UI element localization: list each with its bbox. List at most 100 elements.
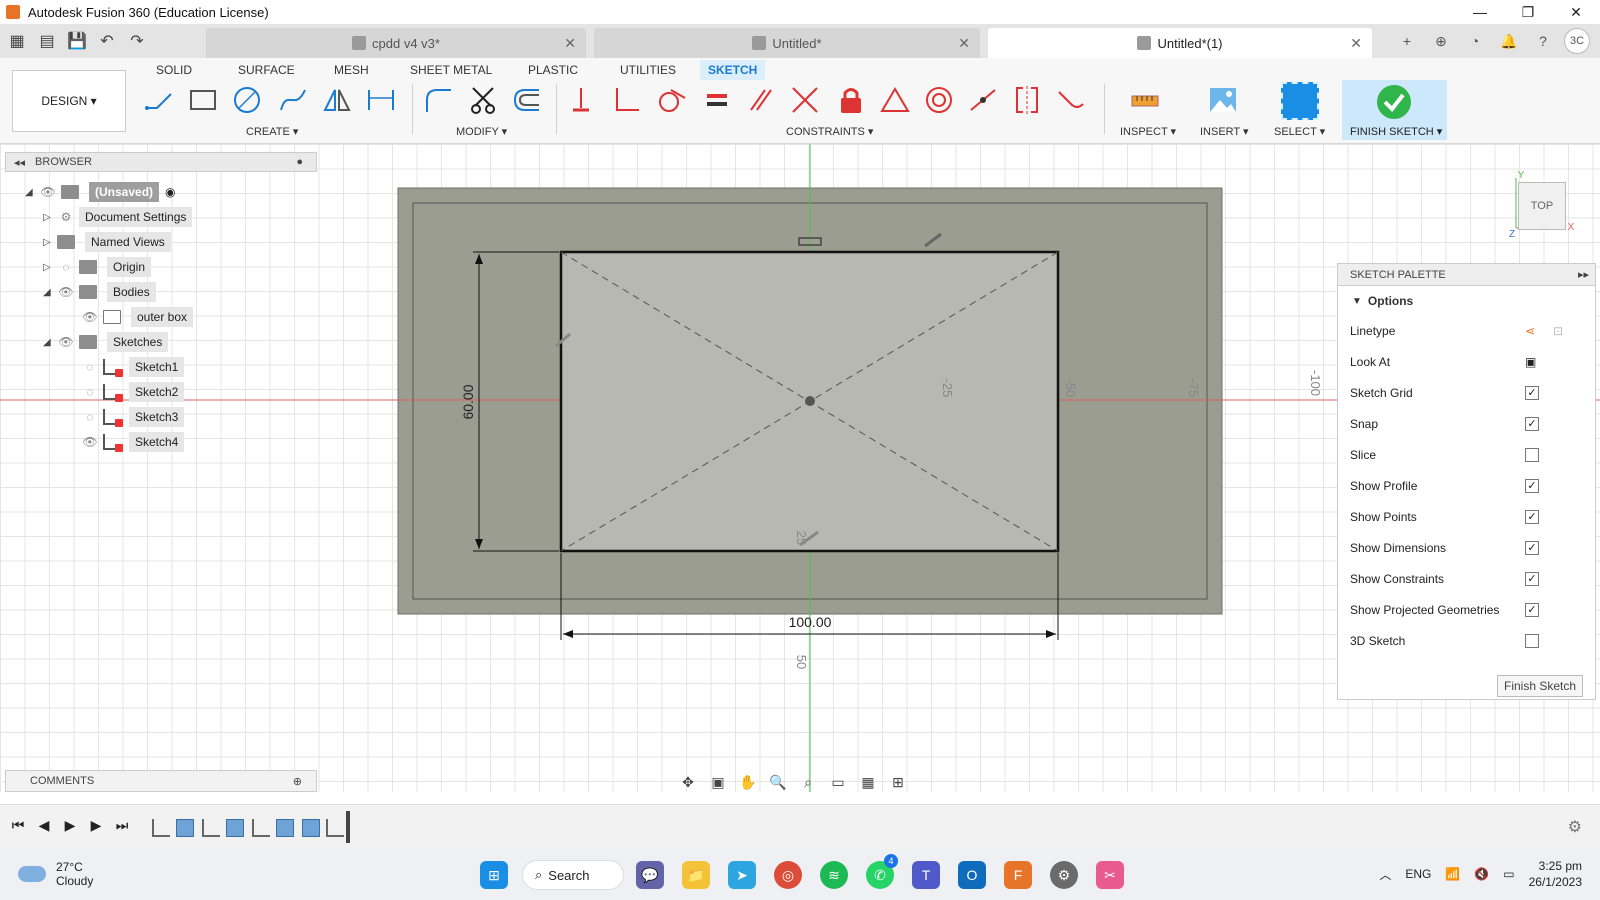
grid-settings-icon[interactable]: ▦	[856, 772, 880, 792]
chevron-up-icon[interactable]: ︿	[1379, 866, 1391, 883]
tree-origin[interactable]: ▷ ◌ Origin	[43, 256, 152, 278]
timeline-sketch[interactable]	[152, 819, 170, 837]
eye-icon[interactable]: 👁	[57, 285, 75, 299]
horizontal-vertical-constraint[interactable]	[964, 80, 1002, 120]
timeline-extrude[interactable]	[226, 819, 244, 837]
viewports-icon[interactable]: ⊞	[886, 772, 910, 792]
weather-widget[interactable]: 27°C Cloudy	[18, 860, 93, 888]
display-settings-icon[interactable]: ▭	[826, 772, 850, 792]
close-tab-icon[interactable]: ✕	[564, 35, 576, 52]
settings-gear-icon[interactable]: ⚙	[1050, 861, 1078, 889]
chrome-icon[interactable]: ◎	[774, 861, 802, 889]
timeline-sketch[interactable]	[252, 819, 270, 837]
viewcube-top[interactable]: TOP	[1518, 182, 1566, 230]
collapse-triangle-icon[interactable]: ◢	[25, 187, 39, 198]
close-window-icon[interactable]: ✕	[1552, 0, 1600, 24]
wifi-icon[interactable]: 📶	[1445, 867, 1460, 881]
insert-menu[interactable]: INSERT ▾	[1200, 125, 1249, 138]
timeline-shell[interactable]	[276, 819, 294, 837]
eye-icon[interactable]: 👁	[81, 310, 99, 324]
eye-icon[interactable]: 👁	[57, 335, 75, 349]
volume-muted-icon[interactable]: 🔇	[1474, 867, 1489, 881]
rectangle-tool[interactable]	[184, 80, 222, 120]
height-dimension-value[interactable]: 60.00	[460, 384, 476, 419]
go-to-end-icon[interactable]: ⏭	[112, 817, 132, 834]
collapse-triangle-icon[interactable]: ◢	[43, 337, 57, 348]
orbit-icon[interactable]: ✥	[676, 772, 700, 792]
expand-triangle-icon[interactable]: ▷	[43, 262, 57, 273]
close-tab-icon[interactable]: ✕	[1350, 35, 1362, 52]
fusion360-taskbar-icon[interactable]: F	[1004, 861, 1032, 889]
center-point[interactable]	[805, 396, 815, 406]
tab-solid[interactable]: SOLID	[148, 60, 200, 80]
go-to-start-icon[interactable]: ⏮	[8, 817, 28, 834]
3d-sketch-checkbox[interactable]	[1525, 634, 1539, 648]
parallel-constraint[interactable]	[742, 80, 780, 120]
palette-finish-sketch-button[interactable]: Finish Sketch	[1497, 675, 1583, 697]
measure-tool[interactable]	[1126, 80, 1164, 120]
timeline-settings-gear-icon[interactable]: ⚙	[1568, 817, 1582, 837]
constraints-menu[interactable]: CONSTRAINTS ▾	[786, 125, 873, 138]
file-menu-icon[interactable]: ▤	[34, 28, 60, 54]
tab-mesh[interactable]: MESH	[326, 60, 377, 80]
tab-sheet-metal[interactable]: SHEET METAL	[402, 60, 500, 80]
spotify-icon[interactable]: ≋	[820, 861, 848, 889]
circle-tool[interactable]	[228, 80, 266, 120]
browser-header[interactable]: ◂◂ BROWSER ●	[5, 152, 317, 172]
perpendicular-constraint[interactable]	[608, 80, 646, 120]
mirror-tool[interactable]	[318, 80, 356, 120]
step-back-icon[interactable]: ◀	[34, 817, 54, 834]
timeline-sketch[interactable]	[326, 819, 344, 837]
symmetry-constraint[interactable]	[1008, 80, 1046, 120]
finish-sketch-button[interactable]: FINISH SKETCH ▾	[1342, 80, 1447, 140]
zoom-icon[interactable]: 🔍	[766, 772, 790, 792]
curvature-constraint[interactable]	[1052, 80, 1090, 120]
workspace-switcher[interactable]: DESIGN ▾	[12, 70, 126, 132]
windows-start-icon[interactable]: ⊞	[480, 861, 508, 889]
show-profile-checkbox[interactable]: ✓	[1525, 479, 1539, 493]
tab-cpdd[interactable]: cpdd v4 v3* ✕	[206, 28, 586, 58]
expand-triangle-icon[interactable]: ▷	[43, 212, 57, 223]
construction-linetype-icon[interactable]: ⋖	[1525, 324, 1535, 338]
timeline-extrude[interactable]	[176, 819, 194, 837]
tab-sketch[interactable]: SKETCH	[700, 60, 766, 80]
equal-constraint[interactable]	[698, 80, 736, 120]
pan-icon[interactable]: ✋	[736, 772, 760, 792]
restore-icon[interactable]: ❐	[1504, 0, 1552, 24]
width-dimension-value[interactable]: 100.00	[789, 614, 832, 630]
minimize-icon[interactable]: —	[1456, 0, 1504, 24]
eye-icon[interactable]: 👁	[39, 185, 57, 199]
battery-icon[interactable]: ▭	[1503, 867, 1514, 881]
user-avatar[interactable]: 3C	[1564, 28, 1590, 54]
sketch-grid-checkbox[interactable]: ✓	[1525, 386, 1539, 400]
modify-menu[interactable]: MODIFY ▾	[456, 125, 507, 138]
teams-icon[interactable]: T	[912, 861, 940, 889]
fix-constraint[interactable]	[832, 80, 870, 120]
midpoint-constraint[interactable]	[876, 80, 914, 120]
redo-icon[interactable]: ↷	[124, 28, 150, 54]
collapse-panel-icon[interactable]: ◂◂	[14, 156, 25, 169]
language-indicator[interactable]: ENG	[1405, 867, 1431, 881]
tree-document-settings[interactable]: ▷ ⚙ Document Settings	[43, 206, 193, 228]
inspect-menu[interactable]: INSPECT ▾	[1120, 125, 1176, 138]
help-icon[interactable]: ?	[1530, 28, 1556, 54]
clock[interactable]: 3:25 pm 26/1/2023	[1529, 858, 1582, 890]
play-icon[interactable]: ▶	[60, 817, 80, 834]
fillet-tool[interactable]	[420, 80, 458, 120]
create-menu[interactable]: CREATE ▾	[246, 125, 298, 138]
extensions-icon[interactable]: ⊕	[1428, 28, 1454, 54]
options-section[interactable]: ▼ Options	[1338, 286, 1595, 316]
tree-outer-box[interactable]: 👁 outer box	[81, 306, 194, 328]
new-tab-icon[interactable]: +	[1394, 28, 1420, 54]
eye-hidden-icon[interactable]: ◌	[81, 410, 99, 424]
tree-bodies[interactable]: ◢ 👁 Bodies	[43, 281, 156, 303]
comments-panel[interactable]: COMMENTS ⊕	[5, 770, 317, 792]
insert-image-tool[interactable]	[1204, 80, 1242, 120]
show-constraints-checkbox[interactable]: ✓	[1525, 572, 1539, 586]
tree-root[interactable]: ◢ 👁 (Unsaved) ◉	[25, 181, 176, 203]
slice-checkbox[interactable]	[1525, 448, 1539, 462]
timeline-marker[interactable]	[346, 811, 350, 843]
fit-icon[interactable]: ⌕	[796, 772, 820, 792]
tab-plastic[interactable]: PLASTIC	[520, 60, 586, 80]
expand-triangle-icon[interactable]: ▷	[43, 237, 57, 248]
